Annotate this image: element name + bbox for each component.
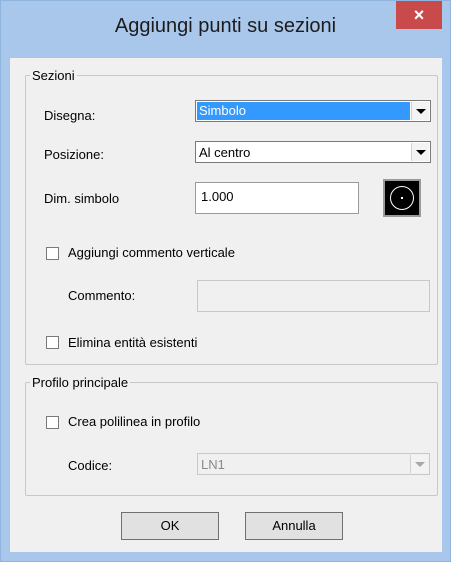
ok-button[interactable]: OK [121,512,219,540]
aggiungi-commento-label[interactable]: Aggiungi commento verticale [68,245,235,260]
profilo-legend: Profilo principale [32,375,129,390]
center-dot-icon [401,197,403,199]
crea-polilinea-checkbox[interactable] [46,416,59,429]
dialog-body: Sezioni Disegna: Simbolo Posizione: Al c… [10,58,442,552]
codice-value: LN1 [201,457,225,472]
dim-simbolo-value: 1.000 [201,189,234,204]
profilo-group: Profilo principale [25,375,438,496]
crea-polilinea-label[interactable]: Crea polilinea in profilo [68,414,200,429]
disegna-label: Disegna: [44,108,96,123]
symbol-picker-button[interactable] [383,179,421,217]
sezioni-legend: Sezioni [32,68,75,83]
commento-input[interactable] [197,280,430,312]
posizione-label: Posizione: [44,147,104,162]
dim-simbolo-label: Dim. simbolo [44,191,120,206]
close-button[interactable]: × [396,1,442,29]
posizione-select[interactable]: Al centro [195,141,431,163]
chevron-down-icon[interactable] [411,143,429,161]
codice-label: Codice: [68,458,113,473]
chevron-down-icon[interactable] [410,455,428,473]
aggiungi-commento-checkbox[interactable] [46,247,59,260]
title-bar[interactable]: Aggiungi punti su sezioni × [1,1,450,58]
disegna-select[interactable]: Simbolo [195,100,431,122]
posizione-value: Al centro [199,145,251,160]
elimina-entita-checkbox[interactable] [46,336,59,349]
commento-label: Commento: [68,288,136,303]
cancel-button[interactable]: Annulla [245,512,343,540]
dialog-window: Aggiungi punti su sezioni × Sezioni Dise… [0,0,451,562]
disegna-value: Simbolo [197,102,410,120]
elimina-entita-label[interactable]: Elimina entità esistenti [68,335,197,350]
codice-select[interactable]: LN1 [197,453,430,475]
chevron-down-icon[interactable] [411,102,429,120]
dialog-title: Aggiungi punti su sezioni [114,15,337,37]
dim-simbolo-input[interactable]: 1.000 [195,182,359,214]
